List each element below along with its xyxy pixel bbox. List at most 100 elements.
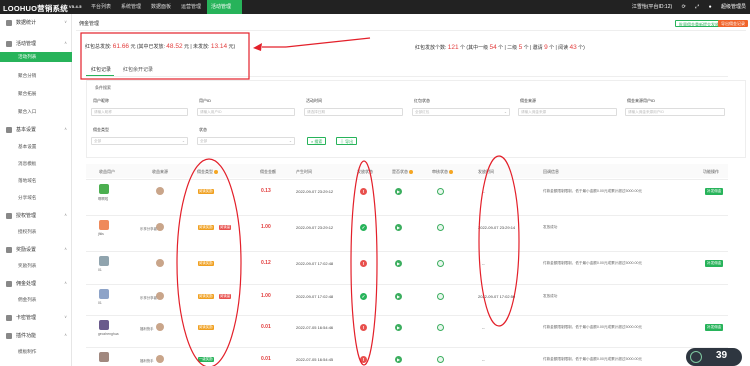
nav-item-activity[interactable]: 活动管理 xyxy=(207,0,242,14)
refresh-icon[interactable]: ⟳ xyxy=(682,4,686,10)
sidebar-item-reward-list[interactable]: 奖励列表 xyxy=(18,263,36,269)
play-icon[interactable]: ▶ xyxy=(395,224,402,231)
sidebar-group-label: 活动管理 xyxy=(16,41,37,47)
sidebar-item-landing-domain[interactable]: 落地域名 xyxy=(18,178,36,184)
source-avatar[interactable] xyxy=(156,187,164,195)
export-label: 导出 xyxy=(345,139,354,144)
tab-redpacket-extra-records[interactable]: 红包余开记录 xyxy=(123,66,153,73)
sidebar-group-reward[interactable]: 奖励设置 xyxy=(6,246,36,253)
chevron-up-icon: ∧ xyxy=(64,40,67,45)
header-label: 是否状态 xyxy=(392,169,408,174)
stat-count-total: 121 xyxy=(447,44,459,51)
resend-commission-button[interactable]: 补发佣金 xyxy=(705,324,724,331)
redpacket-status-select[interactable]: 全部红包 ⌄ xyxy=(412,108,510,116)
sidebar-item-auth-list[interactable]: 授权列表 xyxy=(18,229,36,235)
sidebar-group-plugin[interactable]: 插件功能 xyxy=(6,332,36,339)
userid-input[interactable]: 请输入用户ID xyxy=(197,108,295,116)
nav-item-system[interactable]: 系统管理 xyxy=(117,0,145,14)
user-avatar[interactable]: ● xyxy=(709,4,712,10)
user-name[interactable]: 超级管理员 xyxy=(721,4,746,10)
stat-sent: 48.52 xyxy=(166,43,183,50)
user-avatar[interactable] xyxy=(99,184,109,194)
top-navbar: LOOHUO营销系统V5.4.5 平台列表 系统管理 数据面板 运营管理 活动管… xyxy=(0,0,750,14)
resend-commission-button[interactable]: 补发佣金 xyxy=(705,188,724,195)
nav-item-data-panel[interactable]: 数据面板 xyxy=(147,0,175,14)
search-button[interactable]: ⌕ 搜索 xyxy=(307,137,327,145)
sidebar-group-stats[interactable]: 数据统计 xyxy=(6,19,36,26)
chevron-up-icon: ∧ xyxy=(64,332,67,337)
play-icon[interactable]: ▶ xyxy=(395,188,402,195)
help-icon[interactable] xyxy=(214,169,218,174)
help-icon[interactable] xyxy=(409,169,413,174)
network-speed-widget[interactable]: 39 xyxy=(686,348,742,366)
sidebar-item-agg-entry[interactable]: 聚合入口 xyxy=(18,109,36,115)
nav-item-platform-list[interactable]: 平台列表 xyxy=(87,0,115,14)
card-icon xyxy=(6,314,12,321)
nickname-input[interactable]: 请输入昵称 xyxy=(91,108,188,116)
tab-redpacket-records[interactable]: 红包记录 xyxy=(91,66,111,73)
filter-label-status: 红包状态 xyxy=(414,98,430,103)
select-value: 全部 xyxy=(94,139,102,143)
source-avatar[interactable] xyxy=(156,323,164,331)
stat-label: 元 (其中已发放: xyxy=(130,44,165,50)
user-avatar[interactable] xyxy=(99,220,109,230)
sidebar-group-label: 授权管理 xyxy=(16,213,37,219)
sidebar-item-commission-list[interactable]: 佣金列表 xyxy=(18,297,36,303)
send-time: 2022-09-07 23:29:14 xyxy=(478,225,516,230)
nav-item-operation[interactable]: 运营管理 xyxy=(177,0,205,14)
header-label: 审核状态 xyxy=(432,169,448,174)
sidebar-group-basic[interactable]: 基本设置 xyxy=(6,126,36,133)
user-avatar[interactable] xyxy=(99,289,109,299)
created-time: 2022-09-07 17:02:48 xyxy=(296,261,334,266)
send-time: -- xyxy=(482,325,485,330)
sidebar-group-activity[interactable]: 活动管理 xyxy=(6,40,36,47)
commission-type-select[interactable]: 全部 ⌄ xyxy=(91,137,188,145)
source-userid-input[interactable]: 请输入佣金来源用户ID xyxy=(625,108,725,116)
user-avatar[interactable] xyxy=(99,256,109,266)
created-time: 2022-07-05 16:54:46 xyxy=(296,325,334,330)
sidebar-item-agg-expand[interactable]: 聚合拓展 xyxy=(18,91,36,97)
source-avatar[interactable] xyxy=(156,355,164,363)
user-avatar[interactable] xyxy=(99,352,109,362)
source-avatar[interactable] xyxy=(156,292,164,300)
sidebar-item-basic-settings[interactable]: 基本设置 xyxy=(18,144,36,150)
source-avatar[interactable] xyxy=(156,223,164,231)
commission-amount: 0.01 xyxy=(261,324,271,330)
source-avatar[interactable] xyxy=(156,259,164,267)
sidebar-group-commission[interactable]: 佣金处理 xyxy=(6,280,36,287)
app-logo[interactable]: LOOHUO营销系统V5.4.5 xyxy=(3,3,82,14)
play-icon[interactable]: ▶ xyxy=(395,324,402,331)
export-button[interactable]: ⇩ 导出 xyxy=(336,137,358,145)
money-icon xyxy=(6,280,12,287)
gauge-icon xyxy=(690,351,702,363)
sidebar-item-agg-distribution[interactable]: 聚合分销 xyxy=(18,73,36,79)
callback-info: 发放成功 xyxy=(543,225,558,229)
fullscreen-icon[interactable]: ⤢ xyxy=(695,4,699,10)
state-select[interactable]: 全部 ⌄ xyxy=(197,137,295,145)
resend-commission-button[interactable]: 补发佣金 xyxy=(705,260,724,267)
callback-info: 付款金额限制限制，低于最小金额0.00元或累计超过5000.00元 xyxy=(543,189,643,193)
batch-resubmit-button[interactable]: 批量佣金重新提交发放 xyxy=(675,20,723,27)
activity-icon xyxy=(6,40,12,47)
play-icon[interactable]: ▶ xyxy=(395,356,402,363)
sidebar-item-share-domain[interactable]: 分享域名 xyxy=(18,195,36,201)
source-input[interactable]: 请输入佣金来源 xyxy=(518,108,617,116)
play-icon[interactable]: ▶ xyxy=(395,260,402,267)
account-name[interactable]: 江雪怡(平台ID:12) xyxy=(632,4,672,10)
sidebar-group-auth[interactable]: 授权管理 xyxy=(6,212,36,219)
play-icon[interactable]: ▶ xyxy=(395,293,402,300)
help-icon[interactable] xyxy=(449,169,453,174)
sidebar: 数据统计 ∨ 活动管理 ∧ 活动列表 聚合分销 聚合拓展 聚合入口 基本设置 ∧… xyxy=(0,14,72,366)
sidebar-item-template-make[interactable]: 模板制作 xyxy=(18,349,36,355)
alert-circle-icon: ! xyxy=(360,356,367,363)
sidebar-group-card[interactable]: 卡密管理 xyxy=(6,314,36,321)
sidebar-item-msg-template[interactable]: 消息模板 xyxy=(18,161,36,167)
source-user-name: 乐享分享者 xyxy=(140,227,157,231)
user-avatar[interactable] xyxy=(99,320,109,330)
sidebar-group-label: 卡密管理 xyxy=(16,315,37,321)
export-commission-button[interactable]: 导出佣金记录 xyxy=(718,20,748,27)
date-picker[interactable]: 请选择日期 xyxy=(304,108,403,116)
sidebar-item-activity-list[interactable]: 活动列表 xyxy=(0,52,72,62)
main-content xyxy=(72,14,750,366)
sidebar-group-label: 基本设置 xyxy=(16,127,37,133)
